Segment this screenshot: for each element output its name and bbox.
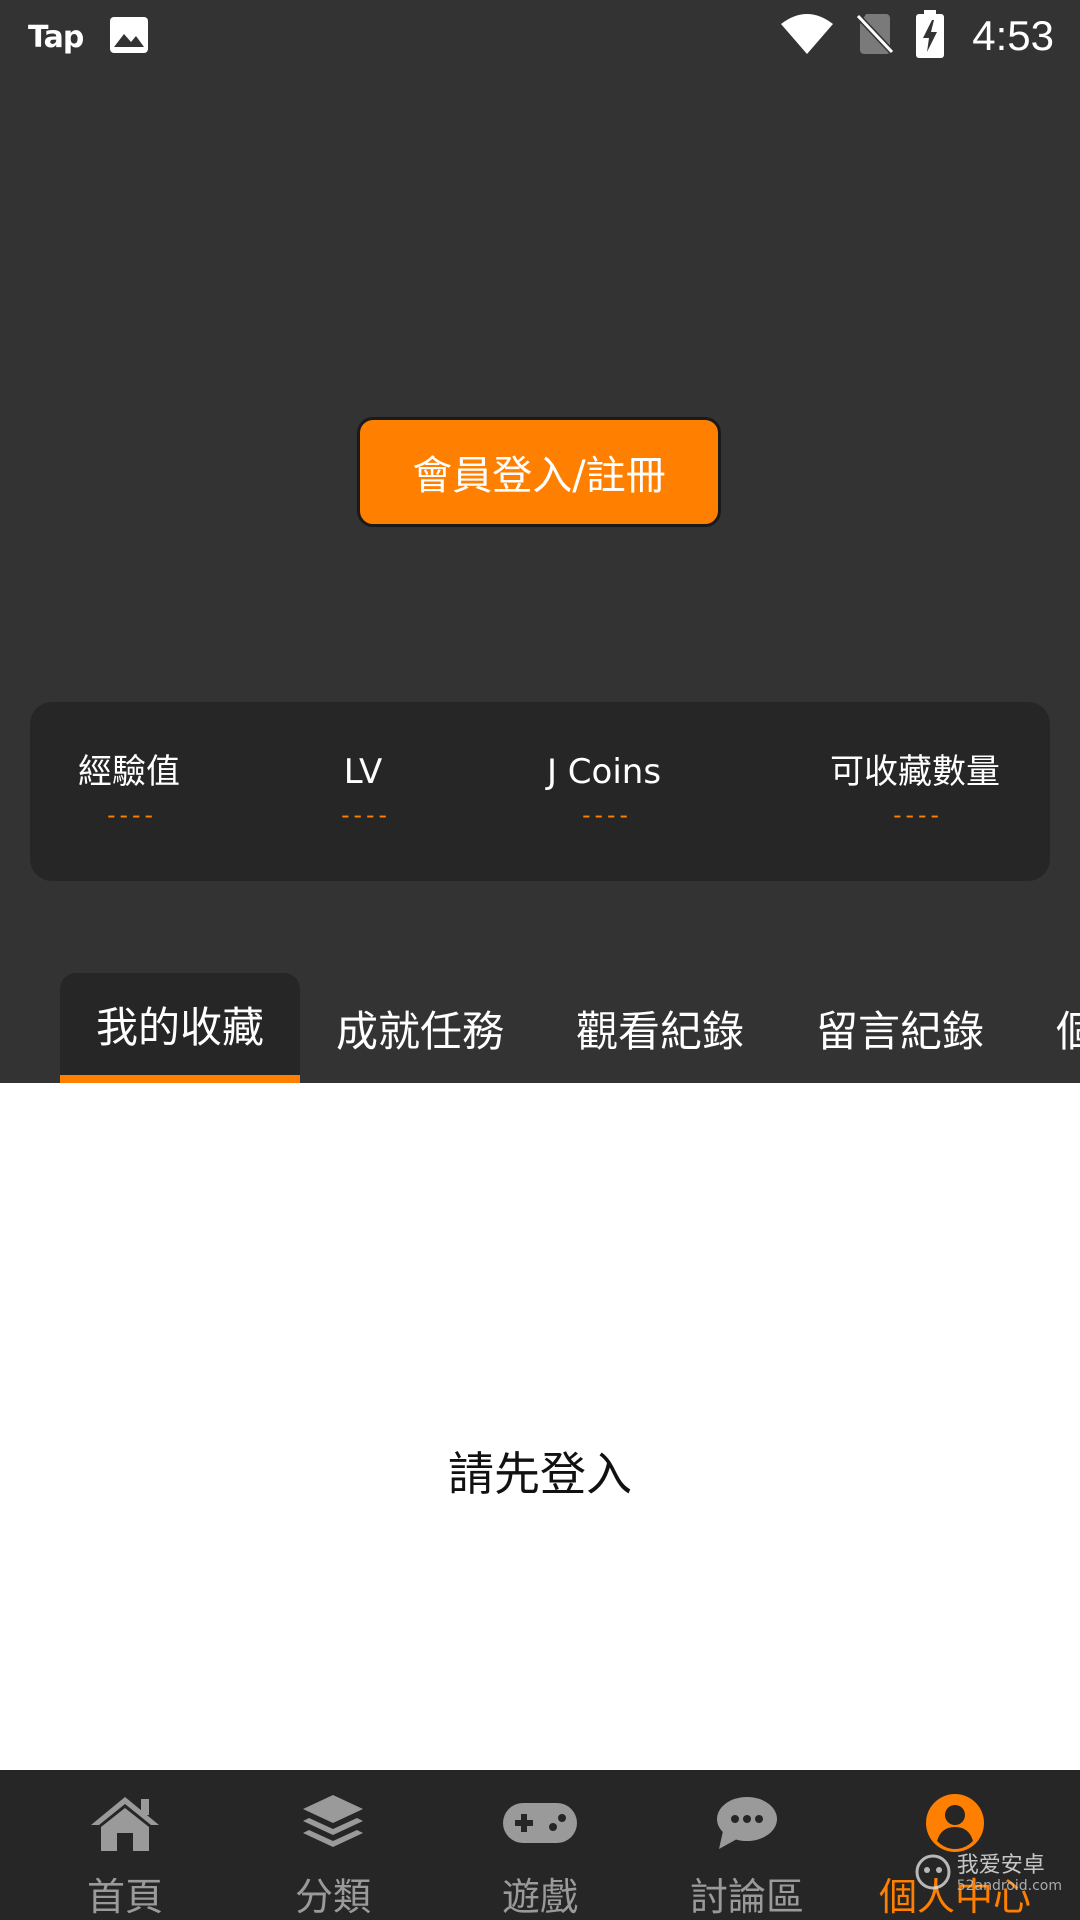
tap-logo: Tap: [28, 19, 84, 55]
stat-label: 經驗值: [78, 752, 180, 792]
status-time: 4:53: [972, 12, 1054, 59]
status-bar: Tap 4:53: [0, 0, 1080, 72]
tab-achievements[interactable]: 成就任務: [300, 973, 540, 1083]
watermark: 我爱安卓 52android.com: [915, 1852, 1062, 1896]
nav-label: 遊戲: [501, 1875, 578, 1919]
nav-item-home[interactable]: 首頁: [21, 1770, 229, 1920]
content-area: 請先登入: [0, 1083, 1080, 1770]
stat-value: ----: [338, 801, 390, 829]
tab-bar: 我的收藏 成就任務 觀看紀錄 留言紀錄 個: [0, 965, 1080, 1083]
nav-item-profile[interactable]: 個人中心: [851, 1770, 1059, 1920]
stat-experience: 經驗值 ----: [78, 752, 180, 828]
chat-bubble-icon: [707, 1788, 787, 1858]
tab-comment-history[interactable]: 留言紀錄: [780, 973, 1020, 1083]
watermark-text-group: 我爱安卓 52android.com: [956, 1853, 1062, 1895]
stat-value: ----: [890, 801, 942, 829]
battery-charging-icon: [916, 10, 945, 62]
stats-card: 經驗值 ---- LV ---- J Coins ---- 可收藏數量 ----: [30, 702, 1050, 881]
tab-watch-history[interactable]: 觀看紀錄: [540, 973, 780, 1083]
nav-item-forum[interactable]: 討論區: [643, 1770, 851, 1920]
android-logo-icon: [915, 1852, 951, 1896]
nav-item-category[interactable]: 分類: [229, 1770, 437, 1920]
image-icon: [109, 16, 149, 58]
home-icon: [85, 1788, 165, 1858]
gamepad-icon: [500, 1788, 580, 1858]
nav-item-games[interactable]: 遊戲: [436, 1770, 644, 1920]
stat-label: LV: [343, 752, 383, 792]
nav-label: 首頁: [86, 1875, 163, 1919]
user-circle-icon: [915, 1788, 995, 1858]
watermark-sub: 52android.com: [956, 1878, 1062, 1894]
tab-my-favorites[interactable]: 我的收藏: [60, 973, 300, 1083]
stat-value: ----: [104, 801, 156, 829]
tab-personal[interactable]: 個: [1056, 973, 1080, 1083]
nav-label: 討論區: [689, 1875, 804, 1919]
stat-label: 可收藏數量: [830, 752, 1000, 792]
watermark-text: 我爱安卓: [956, 1853, 1045, 1878]
stat-label: J Coins: [546, 752, 662, 792]
wifi-icon: [780, 12, 834, 60]
status-left: Tap: [28, 16, 149, 58]
stat-coins: J Coins ----: [547, 752, 661, 828]
stat-collect-capacity: 可收藏數量 ----: [830, 752, 1000, 828]
status-right: 4:53: [780, 10, 1054, 62]
no-sim-icon: [856, 12, 895, 60]
layers-icon: [293, 1788, 373, 1858]
nav-label: 分類: [294, 1875, 371, 1919]
stat-value: ----: [579, 801, 631, 829]
bottom-nav: 首頁 分類 遊戲 討論區 個人中心: [0, 1770, 1080, 1920]
login-prompt: 請先登入: [448, 1447, 632, 1501]
stat-level: LV ----: [338, 752, 390, 829]
login-register-button[interactable]: 會員登入/註冊: [357, 417, 721, 527]
screen: Tap 4:53 會員登入/註冊 經驗值 ---- LV ---- J Coin…: [0, 0, 1080, 1920]
